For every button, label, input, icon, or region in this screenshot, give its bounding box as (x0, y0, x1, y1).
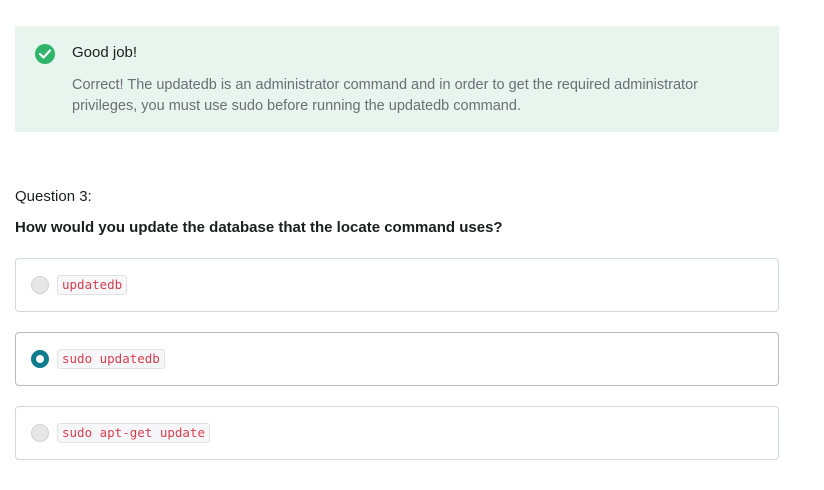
radio-button[interactable] (31, 276, 49, 294)
answer-option-sudo-updatedb[interactable]: sudo updatedb (15, 332, 779, 386)
option-code-label: sudo apt-get update (57, 423, 210, 443)
answer-option-updatedb[interactable]: updatedb (15, 258, 779, 312)
question-number: Question 3: (15, 188, 92, 205)
radio-button[interactable] (31, 424, 49, 442)
question-prompt: How would you update the database that t… (15, 219, 503, 236)
check-circle-icon (35, 44, 55, 64)
answer-option-sudo-apt-get-update[interactable]: sudo apt-get update (15, 406, 779, 460)
option-code-label: sudo updatedb (57, 349, 165, 369)
option-code-label: updatedb (57, 275, 128, 295)
feedback-panel: Good job! Correct! The updatedb is an ad… (15, 26, 779, 132)
feedback-title: Good job! (72, 44, 138, 61)
feedback-explanation: Correct! The updatedb is an administrato… (72, 77, 698, 114)
radio-button-selected[interactable] (31, 350, 49, 368)
